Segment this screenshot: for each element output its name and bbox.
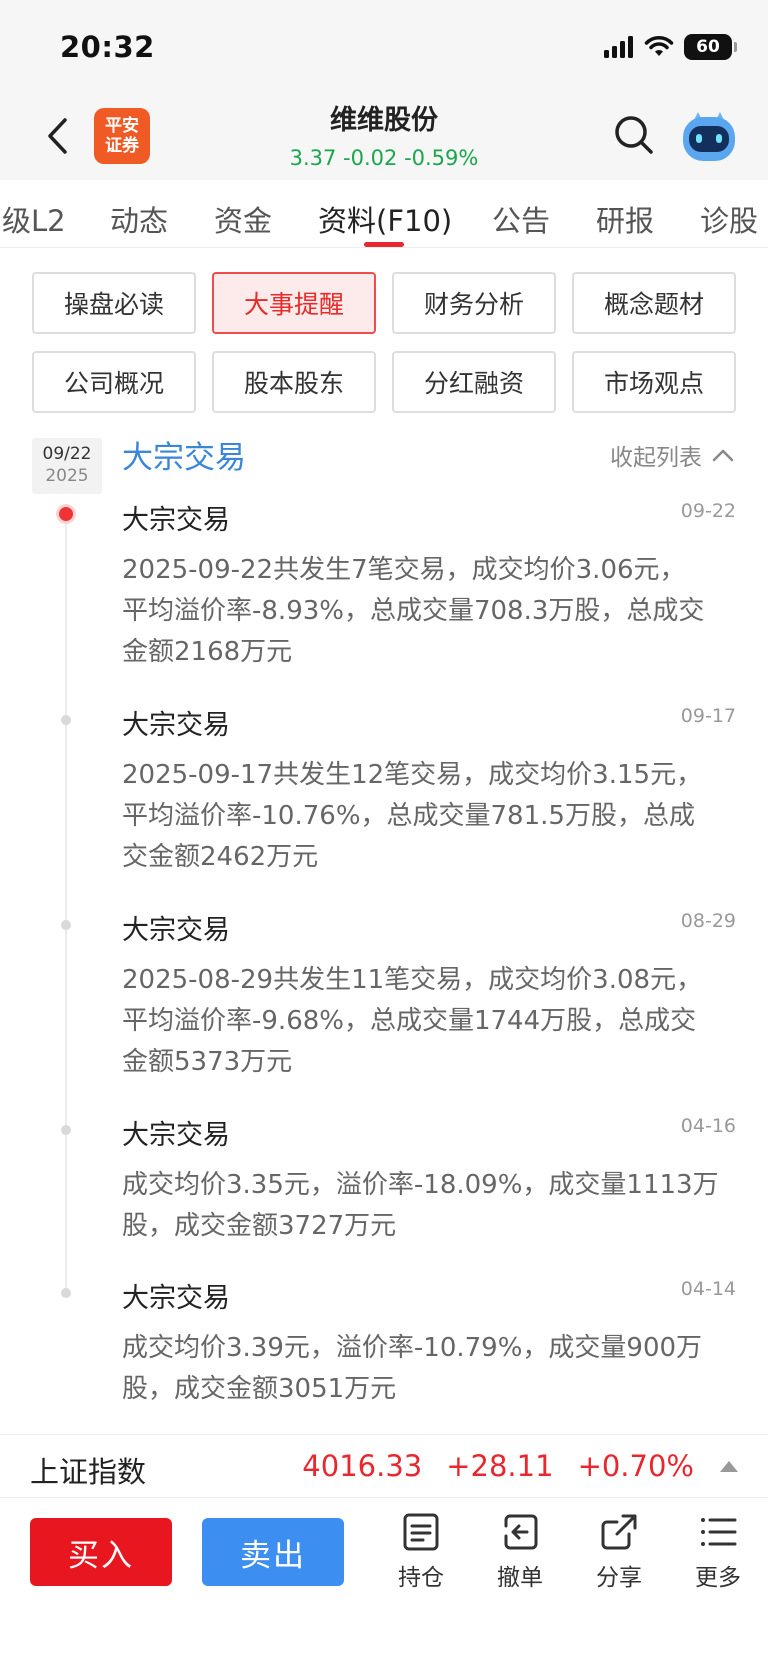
event-date: 09-17 <box>680 705 736 727</box>
status-icons: 60 <box>604 34 737 60</box>
stock-quote: 3.37 -0.02 -0.59% <box>289 146 479 170</box>
event-body-line: 交金额2462万元 <box>122 842 319 872</box>
timeline-dot <box>61 920 71 930</box>
event-body-line: 股，成交金额3051万元 <box>122 1374 397 1404</box>
positions-button[interactable]: 持仓 <box>381 1512 461 1592</box>
section-title: 大宗交易 <box>122 440 246 476</box>
broker-logo[interactable]: 平安 证券 <box>94 108 150 164</box>
buy-button[interactable]: 买入 <box>30 1518 172 1586</box>
tab-diagnosis[interactable]: 诊股 <box>700 198 758 240</box>
category-button-market-views[interactable]: 市场观点 <box>572 351 736 413</box>
index-value: 4016.33 <box>302 1449 423 1483</box>
event-title: 大宗交易 <box>122 915 230 946</box>
chevron-up-icon <box>712 449 734 462</box>
section-date-md: 09/22 <box>42 444 92 464</box>
search-button[interactable] <box>612 113 656 157</box>
tab-announcements[interactable]: 公告 <box>492 198 550 240</box>
timeline-line <box>65 514 67 1296</box>
category-button-financial-analysis[interactable]: 财务分析 <box>392 272 556 334</box>
event-body: 2025-09-22共发生7笔交易，成交均价3.06元， 平均溢价率-8.93%… <box>122 550 738 673</box>
wifi-icon <box>644 36 674 56</box>
positions-label: 持仓 <box>398 1565 444 1591</box>
event-body-line: 2025-08-29共发生11笔交易，成交均价3.08元， <box>122 965 703 995</box>
share-button[interactable]: 分享 <box>579 1512 659 1592</box>
event-body-line: 金额5373万元 <box>122 1047 293 1077</box>
event-body-line: 平均溢价率-9.68%，总成交量1744万股，总成交 <box>122 1006 697 1036</box>
event-title: 大宗交易 <box>122 710 230 741</box>
event-date: 09-22 <box>680 500 736 522</box>
event-body: 成交均价3.39元，溢价率-10.79%，成交量900万 股，成交金额3051万… <box>122 1328 738 1410</box>
expand-arrow-icon[interactable] <box>720 1461 738 1472</box>
event-body-line: 成交均价3.35元，溢价率-18.09%，成交量1113万 <box>122 1170 719 1200</box>
collapse-list-label: 收起列表 <box>610 445 702 471</box>
category-button-company-overview[interactable]: 公司概况 <box>32 351 196 413</box>
category-button-shareholders[interactable]: 股本股东 <box>212 351 376 413</box>
tab-news[interactable]: 动态 <box>110 198 168 240</box>
collapse-list-button[interactable]: 收起列表 <box>610 438 734 472</box>
tab-funds[interactable]: 资金 <box>214 198 272 240</box>
menu-icon <box>701 1518 737 1546</box>
index-name: 上证指数 <box>30 1455 147 1489</box>
category-button-concepts[interactable]: 概念题材 <box>572 272 736 334</box>
more-button[interactable]: 更多 <box>678 1512 758 1592</box>
stock-name: 维维股份 <box>330 105 438 136</box>
category-button-dividends[interactable]: 分红融资 <box>392 351 556 413</box>
status-time: 20:32 <box>60 30 155 64</box>
event-body: 2025-09-17共发生12笔交易，成交均价3.15元， 平均溢价率-10.7… <box>122 755 738 878</box>
event-date: 04-16 <box>680 1115 736 1137</box>
category-button-major-events[interactable]: 大事提醒 <box>212 272 376 334</box>
event-date: 08-29 <box>680 910 736 932</box>
event-body-line: 金额2168万元 <box>122 637 293 667</box>
event-body: 2025-08-29共发生11笔交易，成交均价3.08元， 平均溢价率-9.68… <box>122 960 738 1083</box>
cancel-order-icon <box>504 1514 538 1550</box>
broker-logo-line1: 平安 <box>105 116 139 136</box>
tab-f10[interactable]: 资料(F10) <box>318 198 452 240</box>
index-values: 4016.33 +28.11 +0.70% <box>302 1449 694 1483</box>
event-body-line: 2025-09-17共发生12笔交易，成交均价3.15元， <box>122 760 703 790</box>
share-label: 分享 <box>596 1565 642 1591</box>
section-date-badge: 09/22 2025 <box>32 438 102 494</box>
index-change: +28.11 <box>446 1449 554 1483</box>
active-tab-indicator <box>364 242 404 247</box>
cancel-order-label: 撤单 <box>497 1565 543 1591</box>
signal-icon <box>604 36 633 58</box>
battery-icon: 60 <box>684 34 737 60</box>
category-button-trading-must-read[interactable]: 操盘必读 <box>32 272 196 334</box>
back-button[interactable] <box>40 116 74 156</box>
chevron-left-icon <box>48 118 67 154</box>
timeline-dot <box>61 1125 71 1135</box>
cancel-order-button[interactable]: 撤单 <box>480 1512 560 1592</box>
robot-icon <box>683 112 735 161</box>
event-body: 成交均价3.35元，溢价率-18.09%，成交量1113万 股，成交金额3727… <box>122 1165 738 1247</box>
share-icon <box>601 1514 637 1550</box>
event-title: 大宗交易 <box>122 505 230 536</box>
positions-icon <box>403 1513 439 1551</box>
top-header-area: 20:32 60 平安 证券 维维股份 3.37 -0.02 -0.59% <box>0 0 768 180</box>
tab-level2[interactable]: 级L2 <box>2 198 66 240</box>
tab-bar: 级L2 动态 资金 资料(F10) 公告 研报 诊股 <box>0 180 768 248</box>
index-percent: +0.70% <box>577 1449 694 1483</box>
event-body-line: 平均溢价率-10.76%，总成交量781.5万股，总成 <box>122 801 695 831</box>
tab-research[interactable]: 研报 <box>596 198 654 240</box>
timeline-dot <box>61 715 71 725</box>
event-date: 04-14 <box>680 1278 736 1300</box>
event-title: 大宗交易 <box>122 1120 230 1151</box>
ai-assistant-button[interactable] <box>680 108 738 164</box>
timeline-dot-active <box>59 507 73 521</box>
more-label: 更多 <box>695 1565 741 1591</box>
sell-button[interactable]: 卖出 <box>202 1518 344 1586</box>
event-body-line: 成交均价3.39元，溢价率-10.79%，成交量900万 <box>122 1333 703 1363</box>
broker-logo-line2: 证券 <box>105 136 139 156</box>
section-date-year: 2025 <box>45 466 89 486</box>
market-index-bar[interactable]: 上证指数 4016.33 +28.11 +0.70% <box>0 1434 768 1498</box>
event-body-line: 2025-09-22共发生7笔交易，成交均价3.06元， <box>122 555 686 585</box>
event-body-line: 股，成交金额3727万元 <box>122 1211 397 1241</box>
search-icon <box>615 116 653 154</box>
timeline-dot <box>61 1288 71 1298</box>
event-title: 大宗交易 <box>122 1283 230 1314</box>
event-body-line: 平均溢价率-8.93%，总成交量708.3万股，总成交 <box>122 596 705 626</box>
